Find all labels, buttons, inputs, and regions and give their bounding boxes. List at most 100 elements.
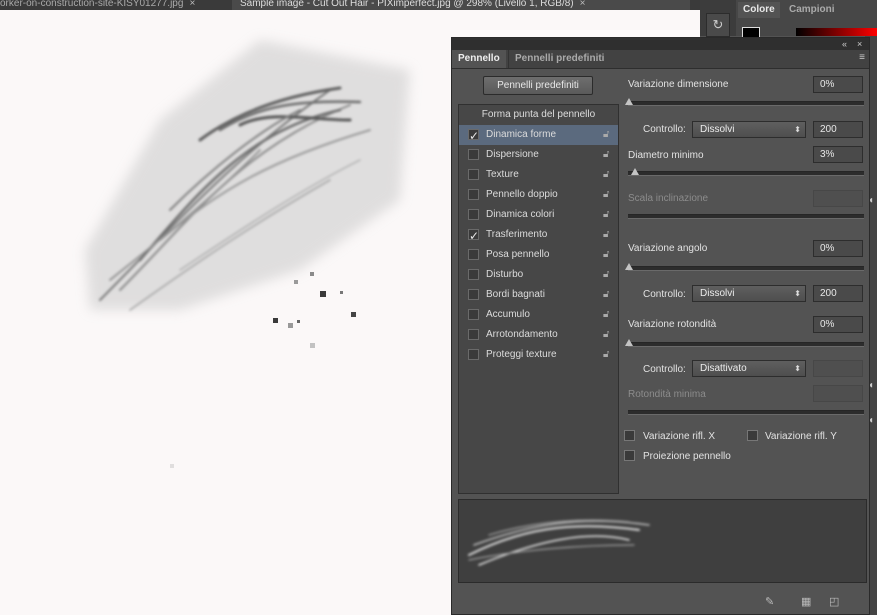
history-icon[interactable]: ↻	[706, 13, 730, 37]
close-icon[interactable]: ×	[189, 0, 195, 9]
collapse-icon[interactable]: «	[842, 38, 847, 50]
slider-knob[interactable]	[631, 168, 639, 175]
tilt-scale-field	[813, 190, 863, 207]
lock-icon[interactable]: 🔓︎	[603, 345, 609, 365]
size-control-dropdown[interactable]: Dissolvi ⬍	[692, 121, 806, 138]
brush-stroke-preview	[458, 499, 867, 583]
roundness-jitter-field[interactable]: 0%	[813, 316, 863, 333]
slider-knob[interactable]	[625, 339, 633, 346]
list-item-brush-tip-shape[interactable]: Forma punta del pennello	[459, 105, 618, 125]
list-item-checkbox[interactable]	[468, 309, 479, 320]
list-item-checkbox[interactable]: ✓	[468, 129, 479, 143]
angle-jitter-field[interactable]: 0%	[813, 240, 863, 257]
angle-control-dropdown[interactable]: Dissolvi ⬍	[692, 285, 806, 302]
list-item-checkbox[interactable]	[468, 329, 479, 340]
lock-icon[interactable]: 🔓︎	[603, 325, 609, 345]
list-item-checkbox[interactable]	[468, 209, 479, 220]
brush-settings-icon[interactable]: ✎	[765, 595, 774, 608]
tab-pennello[interactable]: Pennello	[452, 50, 506, 68]
list-item[interactable]: Texture 🔓︎	[459, 165, 618, 185]
tab-pennelli-predefiniti[interactable]: Pennelli predefiniti	[508, 50, 610, 68]
lock-icon[interactable]: 🔓︎	[603, 225, 609, 245]
roundness-control-dropdown[interactable]: Disattivato ⬍	[692, 360, 806, 377]
lock-icon[interactable]: 🔓︎	[603, 305, 609, 325]
list-item-checkbox[interactable]: ✓	[468, 229, 479, 243]
list-item[interactable]: ✓ Dinamica forme 🔓︎	[459, 125, 618, 145]
panel-bottom-bar: ✎ ▦ ◰	[452, 587, 869, 614]
dropdown-arrow-icon: ⬍	[794, 289, 801, 298]
close-icon[interactable]: ×	[580, 0, 586, 9]
list-item-label: Bordi bagnati	[486, 289, 545, 300]
min-roundness-label: Rotondità minima	[628, 389, 706, 400]
list-item[interactable]: Disturbo 🔓︎	[459, 265, 618, 285]
control-label: Controllo:	[643, 364, 686, 375]
checkmark-icon: ✓	[469, 129, 480, 143]
document-tab-active[interactable]: Sample image - Cut Out Hair - PIXimperfe…	[232, 0, 690, 10]
brush-presets-button[interactable]: Pennelli predefiniti	[483, 76, 593, 95]
list-item[interactable]: Accumulo 🔓︎	[459, 305, 618, 325]
dropdown-value: Dissolvi	[700, 124, 735, 135]
list-item-label: Arrotondamento	[486, 329, 558, 340]
list-item-checkbox[interactable]	[468, 169, 479, 180]
list-item-label: Disturbo	[486, 269, 524, 280]
red-channel-slider[interactable]	[796, 28, 877, 36]
list-item-checkbox[interactable]	[468, 269, 479, 280]
flip-x-label: Variazione rifl. X	[643, 431, 716, 442]
list-item[interactable]: Proteggi texture 🔓︎	[459, 345, 618, 365]
flip-y-checkbox[interactable]	[747, 430, 758, 441]
list-item[interactable]: ✓ Trasferimento 🔓︎	[459, 225, 618, 245]
brush-panel: « × Pennello Pennelli predefiniti ≡ Penn…	[451, 37, 870, 615]
min-diameter-slider[interactable]	[628, 168, 864, 176]
document-tab-bar: orker-on-construction-site-KISY01277.jpg…	[0, 0, 700, 10]
list-item-checkbox[interactable]	[468, 149, 479, 160]
list-item-checkbox[interactable]	[468, 289, 479, 300]
list-item[interactable]: Posa pennello 🔓︎	[459, 245, 618, 265]
brush-options-list: Forma punta del pennello ✓ Dinamica forme…	[458, 104, 619, 494]
document-tab[interactable]: orker-on-construction-site-KISY01277.jpg…	[0, 0, 228, 10]
size-jitter-slider[interactable]	[625, 98, 864, 106]
angle-jitter-slider[interactable]	[625, 263, 864, 271]
min-roundness-field	[813, 385, 863, 402]
lock-icon[interactable]: 🔓︎	[603, 145, 609, 165]
list-item[interactable]: Dispersione 🔓︎	[459, 145, 618, 165]
size-control-steps-field[interactable]: 200	[813, 121, 863, 138]
list-item[interactable]: Pennello doppio 🔓︎	[459, 185, 618, 205]
angle-control-steps-field[interactable]: 200	[813, 285, 863, 302]
brush-projection-checkbox[interactable]	[624, 450, 635, 461]
lock-icon[interactable]: 🔓︎	[603, 185, 609, 205]
min-diameter-field[interactable]: 3%	[813, 146, 863, 163]
roundness-jitter-slider[interactable]	[625, 339, 864, 347]
lock-icon[interactable]: 🔓︎	[603, 125, 609, 145]
lock-icon[interactable]: 🔓︎	[603, 205, 609, 225]
list-item-checkbox[interactable]	[468, 349, 479, 360]
list-item[interactable]: Dinamica colori 🔓︎	[459, 205, 618, 225]
list-item-label: Proteggi texture	[486, 349, 557, 360]
roundness-control-steps-field	[813, 360, 863, 377]
lock-icon[interactable]: 🔓︎	[603, 245, 609, 265]
new-brush-icon[interactable]: ◰	[829, 595, 839, 608]
lock-icon[interactable]: 🔓︎	[603, 265, 609, 285]
close-icon[interactable]: ×	[857, 38, 862, 50]
tilt-scale-slider	[628, 214, 864, 219]
list-item-label: Dinamica colori	[486, 209, 555, 220]
lock-icon[interactable]: 🔓︎	[603, 165, 609, 185]
size-jitter-field[interactable]: 0%	[813, 76, 863, 93]
list-item[interactable]: Bordi bagnati 🔓︎	[459, 285, 618, 305]
size-jitter-label: Variazione dimensione	[628, 79, 729, 90]
flip-x-checkbox[interactable]	[624, 430, 635, 441]
list-item-checkbox[interactable]	[468, 189, 479, 200]
checkmark-icon: ✓	[469, 229, 480, 243]
slider-knob[interactable]	[625, 98, 633, 105]
min-roundness-slider	[628, 410, 864, 415]
slider-knob[interactable]	[625, 263, 633, 270]
tab-campioni[interactable]: Campioni	[784, 2, 840, 18]
list-item[interactable]: Arrotondamento 🔓︎	[459, 325, 618, 345]
brush-projection-label: Proiezione pennello	[643, 451, 731, 462]
grid-icon[interactable]: ▦	[801, 595, 811, 608]
roundness-jitter-label: Variazione rotondità	[628, 319, 717, 330]
panel-title-bar[interactable]: « ×	[452, 38, 869, 50]
panel-menu-icon[interactable]: ≡	[859, 52, 865, 63]
tab-colore[interactable]: Colore	[738, 2, 780, 18]
list-item-checkbox[interactable]	[468, 249, 479, 260]
lock-icon[interactable]: 🔓︎	[603, 285, 609, 305]
